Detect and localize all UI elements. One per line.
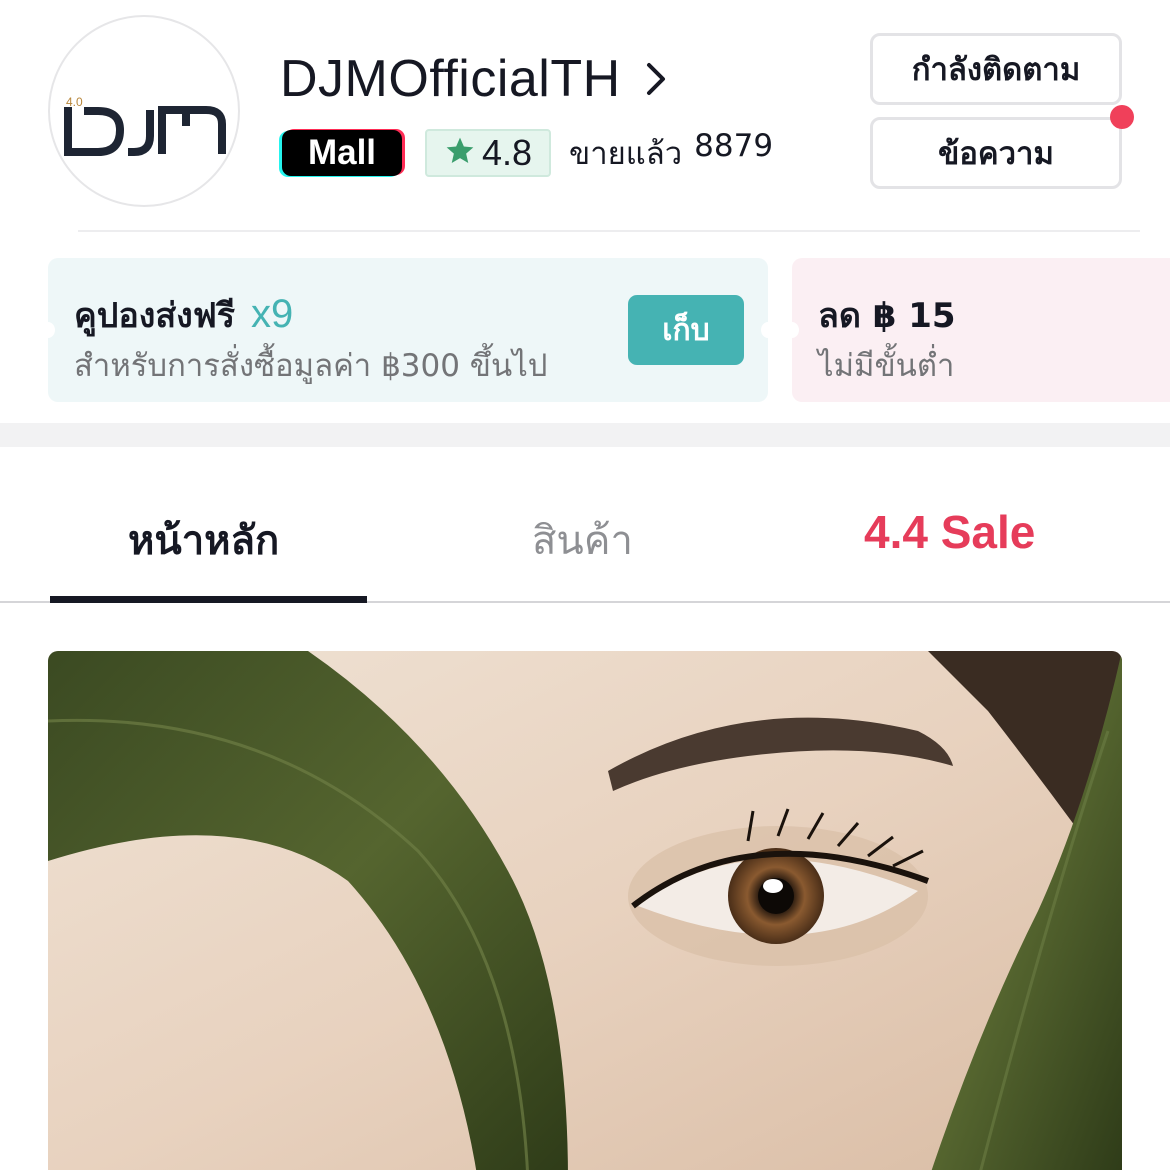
sold-count: ขายแล้ว 8879: [569, 128, 773, 178]
coupon-notch: [785, 322, 799, 338]
star-icon: [444, 135, 476, 171]
message-button[interactable]: ข้อความ: [870, 117, 1122, 189]
sold-value: 8879: [694, 128, 774, 164]
shop-name[interactable]: DJMOfficialTH: [280, 48, 621, 110]
coupon-title: ลด ฿ 15: [818, 296, 956, 336]
tab-products[interactable]: สินค้า: [532, 508, 633, 572]
tab-sale[interactable]: 4.4 Sale: [864, 505, 1035, 559]
following-button[interactable]: กำลังติดตาม: [870, 33, 1122, 105]
chevron-right-icon[interactable]: [645, 62, 667, 96]
coupon-notch: [761, 322, 775, 338]
section-separator: [0, 423, 1170, 447]
rating-badge: 4.8: [425, 129, 551, 177]
coupon-notch: [41, 322, 55, 338]
collect-coupon-button[interactable]: เก็บ: [628, 295, 744, 365]
unread-dot: [1110, 105, 1134, 129]
banner-illustration: [48, 651, 1122, 1170]
shop-avatar[interactable]: 4.0: [48, 15, 240, 207]
coupon-title: คูปองส่งฟรี x9: [74, 288, 293, 342]
coupon-multiplier: x9: [251, 292, 294, 336]
tab-home[interactable]: หน้าหลัก: [128, 508, 279, 572]
mall-badge-label: Mall: [282, 130, 402, 176]
active-tab-indicator: [50, 596, 367, 603]
shop-badges: Mall 4.8 ขายแล้ว 8879: [279, 128, 773, 178]
sold-label: ขายแล้ว: [569, 136, 683, 172]
coupon-subtitle: ไม่มีขั้นต่ำ: [818, 348, 955, 384]
header-divider: [78, 230, 1140, 232]
shop-name-row[interactable]: DJMOfficialTH: [280, 48, 667, 110]
coupon-subtitle: สำหรับการสั่งซื้อมูลค่า ฿300 ขึ้นไป: [74, 348, 548, 384]
shop-logo: 4.0: [64, 95, 226, 156]
mall-badge: Mall: [279, 129, 405, 177]
discount-coupon[interactable]: ลด ฿ 15 ไม่มีขั้นต่ำ: [785, 258, 1170, 402]
logo-version: 4.0: [66, 95, 83, 109]
coupon-title-text: คูปองส่งฟรี: [74, 296, 236, 336]
free-shipping-coupon[interactable]: คูปองส่งฟรี x9 สำหรับการสั่งซื้อมูลค่า ฿…: [41, 258, 775, 402]
rating-value: 4.8: [481, 132, 533, 173]
promo-banner-image[interactable]: [48, 651, 1122, 1170]
